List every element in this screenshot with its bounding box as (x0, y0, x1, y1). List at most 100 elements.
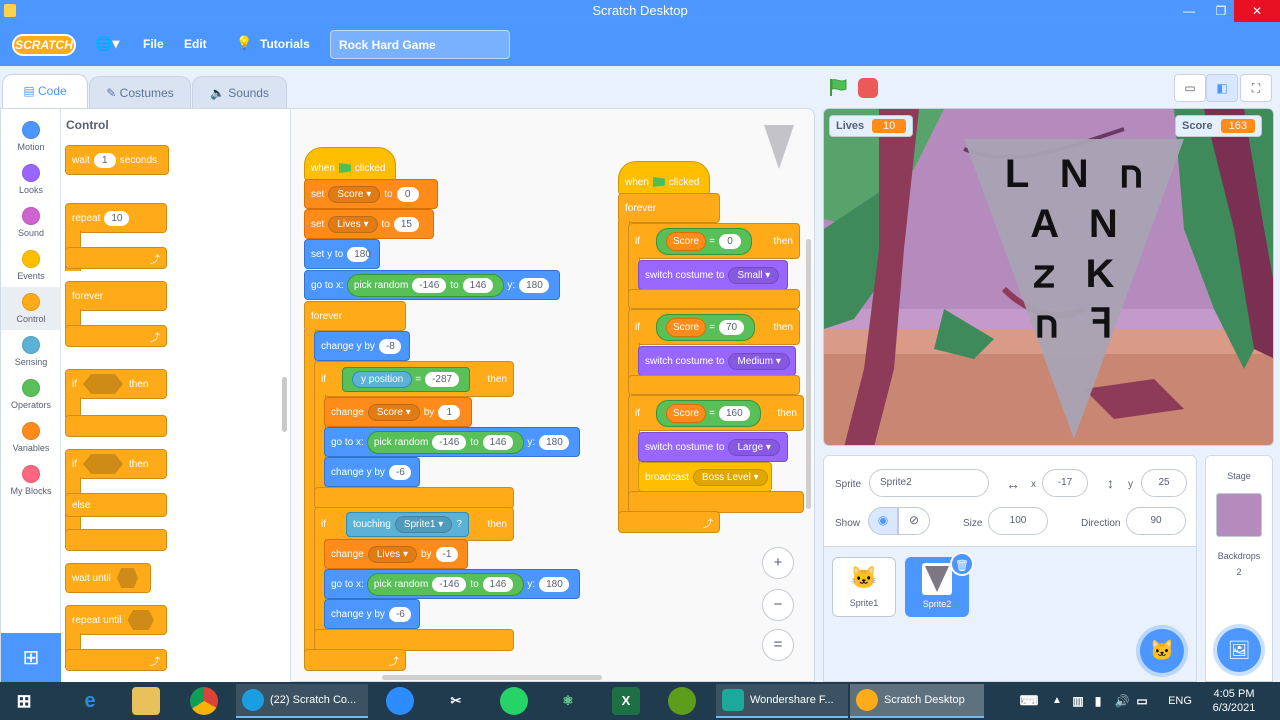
stage-selector-pane[interactable]: Stage Backdrops 2 🖼 (1205, 455, 1273, 682)
when-flag-clicked-hat[interactable]: when clicked (304, 147, 396, 181)
taskbar-edge-scratch[interactable]: (22) Scratch Co... (236, 684, 368, 718)
snipping-tool-icon[interactable]: ✂ (442, 687, 470, 715)
notification-icon[interactable]: ▭ (1134, 687, 1150, 715)
tab-code[interactable]: ▤ Code (2, 74, 88, 108)
palette-forever-block[interactable]: forever (65, 281, 167, 311)
broadcast-block[interactable]: broadcast Boss Level (638, 462, 772, 492)
equals-operator[interactable]: Score = 0 (656, 227, 752, 255)
go-to-xy-block[interactable]: go to x: pick random -146 to 146 y: 180 (304, 270, 560, 300)
palette-if-then-block[interactable]: if then (65, 369, 167, 399)
switch-costume-small-block[interactable]: switch costume to Small (638, 260, 788, 290)
forever-block-2[interactable]: forever (618, 193, 720, 223)
delete-sprite-trash-icon[interactable]: 🗑 (950, 552, 974, 576)
sprite-tile-sprite1[interactable]: 🐱 Sprite1 (832, 557, 896, 617)
stop-button[interactable] (858, 78, 878, 98)
palette-if-else-block[interactable]: if then (65, 449, 167, 479)
switch-costume-large-block[interactable]: switch costume to Large (638, 432, 788, 462)
system-clock[interactable]: 4:05 PM 6/3/2021 (1208, 687, 1260, 715)
x-position-input[interactable]: -17 (1042, 469, 1088, 497)
show-sprite-eye-icon[interactable]: ◉ (868, 507, 898, 535)
windows-start-icon[interactable]: ⊞ (10, 687, 38, 715)
battery-icon[interactable]: ▮ (1090, 687, 1106, 715)
add-sprite-button[interactable]: 🐱 (1140, 629, 1184, 673)
whatsapp-icon[interactable] (500, 687, 528, 715)
keyboard-icon[interactable]: ⌨ (1014, 687, 1044, 715)
excel-icon[interactable]: X (612, 687, 640, 715)
if-ypos-block[interactable]: if y position = -287 then (314, 361, 514, 397)
switch-costume-medium-block[interactable]: switch costume to Medium (638, 346, 796, 376)
y-position-input[interactable]: 25 (1141, 469, 1187, 497)
if-score-70-block[interactable]: if Score = 70 then (628, 309, 800, 345)
atom-icon[interactable]: ⚛ (554, 687, 582, 715)
palette-wait-until-block[interactable]: wait until (65, 563, 151, 593)
taskbar-scratch-desktop[interactable]: Scratch Desktop (850, 684, 984, 718)
script-workspace[interactable]: whenclicked setScoreto0 setLivesto15 set… (292, 109, 814, 681)
backdrop-thumbnail[interactable] (1216, 493, 1262, 537)
stage-canvas[interactable]: L N 𐌿 A N 𐌶 K 𐌿 ꟻ Lives 10 Score 163 (823, 108, 1274, 446)
change-y-block[interactable]: change y by -8 (314, 331, 410, 361)
set-lives-block[interactable]: setLivesto15 (304, 209, 434, 239)
show-hidden-icons[interactable]: ▲ (1050, 687, 1064, 715)
hide-sprite-eye-off-icon[interactable]: ⊘ (898, 507, 930, 535)
minimize-button[interactable]: — (1174, 0, 1204, 22)
change-lives-block[interactable]: changeLivesby-1 (324, 539, 468, 569)
if-score-0-block[interactable]: if Score = 0 then (628, 223, 800, 259)
owl-app-icon[interactable] (668, 687, 696, 715)
internet-explorer-icon[interactable]: e (76, 687, 104, 715)
small-stage-button[interactable]: ▭ (1174, 74, 1206, 102)
zoom-reset-button[interactable]: = (762, 629, 794, 661)
input-language[interactable]: ENG (1166, 687, 1194, 715)
score-monitor[interactable]: Score 163 (1175, 115, 1262, 137)
direction-input[interactable]: 90 (1126, 507, 1186, 535)
go-to-xy-block-2[interactable]: go to x: pick random -146 to 146 y: 180 (324, 427, 580, 457)
workspace-horizontal-scrollbar[interactable] (382, 675, 602, 680)
go-to-xy-block-3[interactable]: go to x: pick random -146 to 146 y: 180 (324, 569, 580, 599)
equals-operator[interactable]: y position = -287 (342, 366, 471, 392)
equals-operator[interactable]: Score = 160 (656, 399, 761, 427)
change-score-block[interactable]: changeScoreby1 (324, 397, 472, 427)
taskbar-wondershare[interactable]: Wondershare F... (716, 684, 848, 718)
if-touching-block[interactable]: if touching Sprite1 ? then (314, 507, 514, 541)
workspace-vertical-scrollbar[interactable] (806, 239, 811, 509)
file-explorer-icon[interactable] (132, 687, 160, 715)
category-control[interactable]: Control (1, 287, 61, 330)
green-flag-button[interactable] (828, 78, 848, 96)
category-sensing[interactable]: Sensing (1, 330, 61, 373)
lives-monitor[interactable]: Lives 10 (829, 115, 914, 137)
scratch-logo[interactable]: SCRATCH (12, 34, 76, 56)
set-score-block[interactable]: setScoreto0 (304, 179, 438, 209)
size-input[interactable]: 100 (988, 507, 1048, 535)
normal-stage-button[interactable]: ◧ (1206, 74, 1238, 102)
pick-random-reporter[interactable]: pick random -146 to 146 (366, 572, 525, 596)
palette-scrollbar[interactable] (282, 377, 287, 432)
zoom-in-button[interactable]: + (762, 547, 794, 579)
category-motion[interactable]: Motion (1, 115, 61, 158)
change-y-block-3[interactable]: change y by -6 (324, 599, 420, 629)
when-flag-clicked-hat-2[interactable]: when clicked (618, 161, 710, 195)
category-sound[interactable]: Sound (1, 201, 61, 244)
if-score-160-block[interactable]: if Score = 160 then (628, 395, 804, 431)
pick-random-reporter[interactable]: pick random -146 to 146 (346, 273, 505, 297)
volume-icon[interactable]: 🔊 (1114, 687, 1130, 715)
touching-sensor[interactable]: touching Sprite1 ? (346, 511, 469, 537)
category-operators[interactable]: Operators (1, 373, 61, 416)
set-y-block[interactable]: set y to 180 (304, 239, 380, 269)
category-looks[interactable]: Looks (1, 158, 61, 201)
tab-sounds[interactable]: 🔈 Sounds (192, 76, 287, 108)
fullscreen-button[interactable]: ⛶ (1240, 74, 1272, 102)
file-menu[interactable]: File (143, 37, 164, 51)
pick-random-reporter[interactable]: pick random -146 to 146 (366, 430, 525, 454)
edit-menu[interactable]: Edit (184, 37, 207, 51)
language-globe-icon[interactable]: 🌐▾ (95, 35, 119, 52)
y-position-reporter[interactable]: y position (352, 370, 413, 388)
add-backdrop-button[interactable]: 🖼 (1217, 628, 1261, 672)
forever-block[interactable]: forever (304, 301, 406, 331)
category-events[interactable]: Events (1, 244, 61, 287)
category-variables[interactable]: Variables (1, 416, 61, 459)
category-my-blocks[interactable]: My Blocks (1, 459, 61, 502)
network-icon[interactable]: ▥ (1070, 687, 1086, 715)
palette-repeat-block[interactable]: repeat 10 (65, 203, 167, 233)
palette-repeat-until-block[interactable]: repeat until (65, 605, 167, 635)
restore-button[interactable]: ❐ (1206, 0, 1236, 22)
add-extension-button[interactable]: ⊞ (1, 633, 61, 683)
